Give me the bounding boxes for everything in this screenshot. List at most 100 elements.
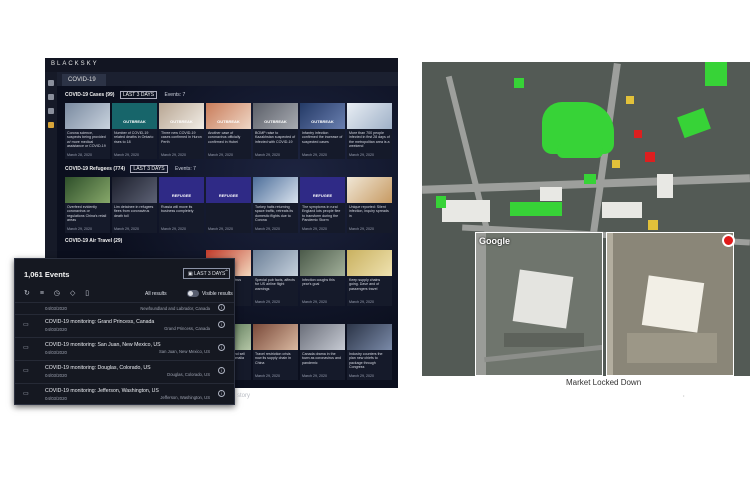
highlight-zone-green[interactable]: [557, 144, 603, 158]
tab-covid19[interactable]: COVID-19: [62, 74, 106, 86]
card-date: March 29, 2020: [302, 153, 327, 157]
news-card[interactable]: Infection coughs this year's goal March 2…: [300, 250, 345, 306]
card-text: Infantry infection confirmed the increas…: [302, 131, 343, 144]
news-card[interactable]: OUTBREAK Another case of coronavirus offi…: [206, 103, 251, 159]
road: [476, 233, 486, 375]
event-name: COVID-19 monitoring: Jefferson, Washingt…: [45, 388, 159, 394]
visible-results-label[interactable]: Visible results: [202, 291, 233, 297]
news-card[interactable]: Keep supply chains going. Dave and of pa…: [347, 250, 392, 306]
card-text: Infection coughs this year's goal: [302, 278, 335, 287]
card-tag: OUTBREAK: [311, 119, 334, 124]
news-card[interactable]: REFUGEE Russia will move its business com…: [159, 177, 204, 233]
card-tag: OUTBREAK: [217, 119, 240, 124]
collapse-icon[interactable]: ⌃: [224, 269, 229, 276]
highlight-zone-green[interactable]: [584, 174, 596, 184]
highlight-zone-green[interactable]: [677, 107, 711, 139]
filter-icon[interactable]: ≡: [40, 290, 44, 297]
highlight-zone-green[interactable]: [436, 196, 446, 208]
event-name: COVID-19 monitoring: Grand Princess, Can…: [45, 319, 155, 325]
clock-icon[interactable]: ◷: [54, 289, 60, 297]
event-row-partial[interactable]: 04/03/2020 Newfoundland and Labrador, Ca…: [15, 302, 234, 313]
list-icon[interactable]: [48, 94, 54, 100]
event-row[interactable]: ▭ COVID-19 monitoring: Jefferson, Washin…: [15, 383, 234, 404]
status-marker-red[interactable]: [722, 234, 735, 247]
highlight-zone-green[interactable]: [510, 202, 562, 216]
card-date: March 29, 2020: [349, 227, 374, 231]
news-card[interactable]: More than 700 people infected in first 2…: [347, 103, 392, 159]
card-date: March 29, 2020: [255, 374, 280, 378]
card-text: Industry counters the plan new chiefs to…: [349, 352, 383, 370]
document-icon[interactable]: ▯: [85, 289, 89, 297]
news-card[interactable]: OUTBREAK BOMP raise to Kazakhstan suspect…: [253, 103, 298, 159]
building: [512, 269, 574, 329]
layers-icon[interactable]: [48, 108, 54, 114]
card-date: March 29, 2020: [302, 227, 327, 231]
diamond-icon[interactable]: ◇: [70, 289, 75, 297]
news-card[interactable]: REFUGEE March 29, 2020: [206, 177, 251, 233]
results-toggle[interactable]: [187, 290, 199, 297]
card-text: Special pub facts, affects for US airlin…: [255, 278, 295, 291]
chat-icon: ▭: [23, 322, 29, 328]
section-title: COVID-19 Cases (99): [65, 92, 115, 98]
section-title: COVID-19 Refugees (774): [65, 166, 126, 172]
highlight-zone-red[interactable]: [645, 152, 655, 162]
event-row[interactable]: ▭ COVID-19 monitoring: San Juan, New Mex…: [15, 337, 234, 359]
card-tag: OUTBREAK: [123, 119, 146, 124]
events-title: 1,061 Events: [24, 270, 70, 279]
news-card[interactable]: OUTBREAK Three new COVID-19 cases confirm…: [159, 103, 204, 159]
page-mark: •: [683, 393, 685, 398]
news-card[interactable]: OUTBREAK Number of COVID-19 related death…: [112, 103, 157, 159]
news-card[interactable]: Corona science, suspects being provided …: [65, 103, 110, 159]
news-card[interactable]: Unique reported: Silent infection, inqui…: [347, 177, 392, 233]
highlight-zone-yellow[interactable]: [612, 160, 620, 168]
all-results-label[interactable]: All results: [145, 291, 167, 297]
card-date: March 29, 2020: [67, 227, 92, 231]
card-text: Corona science, suspects being provided …: [67, 131, 106, 149]
highlight-zone-yellow[interactable]: [626, 96, 634, 104]
alert-icon[interactable]: [48, 122, 54, 128]
news-card[interactable]: Travel restriction crisis now its supply…: [253, 324, 298, 380]
info-icon[interactable]: i: [218, 344, 225, 351]
card-tag: REFUGEE: [312, 193, 333, 198]
info-icon[interactable]: i: [218, 321, 225, 328]
card-text: Lim detainee in refugees flees from coro…: [114, 205, 154, 218]
story-text: story: [237, 393, 251, 399]
brand-logo: BLACKSKY: [51, 61, 99, 67]
news-card[interactable]: Special pub facts, affects for US airlin…: [253, 250, 298, 306]
news-card[interactable]: Industry counters the plan new chiefs to…: [347, 324, 392, 380]
card-tag: REFUGEE: [218, 193, 239, 198]
highlight-zone-yellow[interactable]: [648, 220, 658, 230]
event-row[interactable]: ▭ COVID-19 monitoring: Grand Princess, C…: [15, 314, 234, 336]
news-card[interactable]: REFUGEE The symptoms in rural England lot…: [300, 177, 345, 233]
events-toolbar: ↻ ≡ ◷ ◇ ▯: [24, 289, 97, 299]
news-card[interactable]: Canada drama in the town as coronavirus …: [300, 324, 345, 380]
news-card[interactable]: OUTBREAK Infantry infection confirmed the…: [300, 103, 345, 159]
range-chip[interactable]: LAST 3 DAYS: [130, 165, 168, 173]
news-card[interactable]: Turkey halts returning space traffic, re…: [253, 177, 298, 233]
chat-icon: ▭: [23, 391, 29, 397]
highlight-zone-red[interactable]: [634, 130, 642, 138]
card-text: Unique reported: Silent infection, inqui…: [349, 205, 389, 218]
range-chip[interactable]: LAST 3 DAYS: [119, 91, 158, 99]
building: [602, 202, 642, 218]
news-card[interactable]: Lim detainee in refugees flees from coro…: [112, 177, 157, 233]
news-card[interactable]: Overfeed evidently coronavirus or regula…: [65, 177, 110, 233]
building: [657, 174, 673, 198]
section-header-cases: COVID-19 Cases (99) LAST 3 DAYS Events: …: [65, 91, 185, 101]
info-icon[interactable]: i: [218, 367, 225, 374]
card-text: Overfeed evidently coronavirus or regula…: [67, 205, 107, 223]
card-tag: OUTBREAK: [170, 119, 193, 124]
building: [442, 200, 490, 222]
refresh-icon[interactable]: ↻: [24, 289, 30, 297]
highlight-zone-green[interactable]: [705, 62, 727, 86]
card-date: March 29, 2020: [161, 227, 186, 231]
info-icon[interactable]: i: [218, 304, 225, 311]
events-count: Events: 7: [164, 92, 186, 98]
info-icon[interactable]: i: [218, 390, 225, 397]
card-date: March 29, 2020: [349, 374, 374, 378]
card-tag: REFUGEE: [171, 193, 192, 198]
highlight-zone-green[interactable]: [514, 78, 524, 88]
event-row[interactable]: ▭ COVID-19 monitoring: Douglas, Colorado…: [15, 360, 234, 382]
settings-icon[interactable]: [48, 80, 54, 86]
google-label: Google: [479, 236, 510, 246]
